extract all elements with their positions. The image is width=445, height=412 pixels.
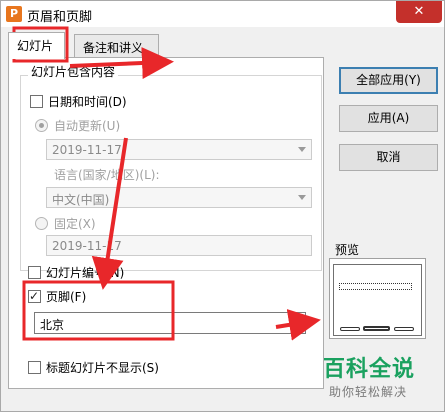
dialog-title: 页眉和页脚 bbox=[27, 10, 93, 25]
auto-update-radio[interactable] bbox=[35, 119, 48, 132]
watermark-logo-text: 百科全说 bbox=[323, 357, 416, 382]
tab-slide[interactable]: 幻灯片 bbox=[8, 32, 65, 59]
tab-notes-handouts-label: 备注和讲义 bbox=[83, 41, 144, 55]
slide-number-checkbox[interactable] bbox=[28, 266, 41, 279]
tab-notes-handouts[interactable]: 备注和讲义 bbox=[74, 34, 159, 58]
hide-on-title-checkbox[interactable] bbox=[28, 361, 41, 374]
close-button[interactable]: ✕ bbox=[396, 1, 442, 23]
title-bar: P 页眉和页脚 ✕ bbox=[1, 1, 444, 27]
tab-slide-label: 幻灯片 bbox=[17, 39, 54, 53]
footer-checkbox[interactable] bbox=[28, 289, 41, 303]
preview-footer-placeholder bbox=[363, 326, 390, 331]
preview-label: 预览 bbox=[335, 243, 360, 257]
footer-text-value: 北京 bbox=[40, 318, 65, 332]
fixed-date-value: 2019-11-17 bbox=[52, 239, 122, 253]
tab-strip: 幻灯片 备注和讲义 bbox=[8, 32, 323, 59]
close-icon: ✕ bbox=[413, 4, 425, 19]
presentation-app-icon: P bbox=[6, 6, 22, 22]
fixed-date-field[interactable]: 2019-11-17 bbox=[46, 235, 312, 256]
apply-button[interactable]: 应用(A) bbox=[339, 105, 438, 132]
watermark-subtitle: 助你轻松解决 bbox=[329, 385, 408, 399]
language-label: 语言(国家/地区)(L): bbox=[54, 168, 160, 182]
date-time-label: 日期和时间(D) bbox=[48, 95, 127, 109]
preview-number-placeholder bbox=[394, 327, 414, 331]
preview-date-placeholder bbox=[340, 327, 360, 331]
hide-on-title-label: 标题幻灯片不显示(S) bbox=[46, 361, 159, 375]
fixed-label: 固定(X) bbox=[54, 217, 96, 231]
auto-update-label: 自动更新(U) bbox=[54, 119, 121, 133]
footer-label: 页脚(F) bbox=[46, 290, 87, 304]
apply-all-button[interactable]: 全部应用(Y) bbox=[339, 67, 438, 94]
preview-content-placeholder bbox=[339, 283, 412, 290]
date-time-checkbox[interactable] bbox=[30, 95, 43, 108]
language-select[interactable]: 中文(中国) bbox=[46, 187, 312, 208]
auto-update-date-select[interactable]: 2019-11-17 bbox=[46, 139, 312, 160]
auto-update-date-value: 2019-11-17 bbox=[52, 143, 122, 157]
slide-number-label: 幻灯片编号(N) bbox=[46, 266, 125, 280]
slide-content-group-label: 幻灯片包含内容 bbox=[28, 63, 119, 80]
chevron-down-icon bbox=[298, 147, 306, 152]
language-value: 中文(中国) bbox=[52, 193, 110, 207]
chevron-down-icon bbox=[298, 195, 306, 200]
footer-text-input[interactable]: 北京 bbox=[34, 312, 306, 334]
fixed-radio[interactable] bbox=[35, 217, 48, 230]
cancel-button[interactable]: 取消 bbox=[339, 144, 438, 171]
